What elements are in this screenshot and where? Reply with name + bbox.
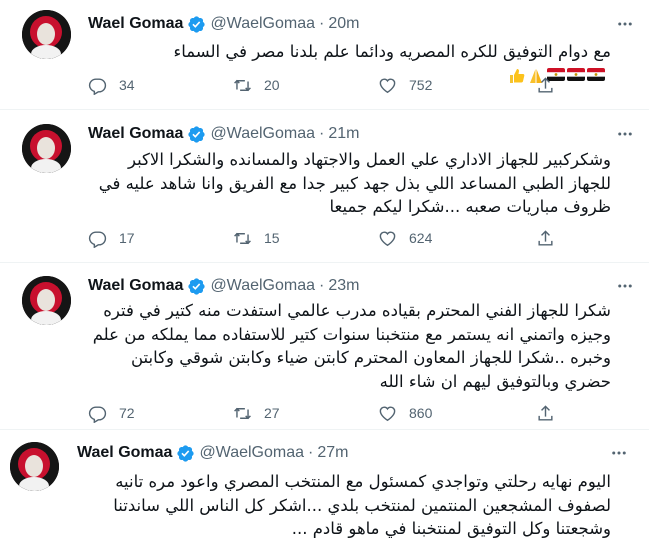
retweet-count: 20: [264, 77, 280, 93]
like-button[interactable]: 752: [378, 74, 432, 96]
tweet-text: شكرا للجهاز الفني المحترم بقياده مدرب عا…: [92, 301, 611, 391]
timestamp[interactable]: 20m: [328, 15, 359, 33]
tweet-text: وشكركبير للجهاز الاداري علي العمل والاجت…: [98, 150, 611, 216]
separator-dot: ·: [319, 15, 325, 32]
retweet-button[interactable]: 20: [233, 74, 280, 96]
timestamp[interactable]: 27m: [317, 444, 348, 462]
display-name[interactable]: Wael Gomaa: [88, 15, 183, 33]
separator-dot: ·: [319, 277, 325, 294]
retweet-icon: [234, 232, 251, 244]
avatar-image: [22, 276, 71, 325]
verified-badge-icon: [187, 15, 206, 34]
tweet-actions: 72 27 860: [88, 402, 558, 424]
user-handle[interactable]: @WaelGomaa: [199, 444, 304, 462]
reply-icon: [88, 405, 107, 423]
tweet-actions: 34 20 752: [88, 74, 558, 96]
verified-badge-icon: [187, 125, 206, 144]
retweet-button[interactable]: 15: [233, 227, 280, 249]
flag-egypt-icon: [587, 68, 605, 81]
tweet-text: اليوم نهايه رحلتي وتواجدي كمسئول مع المن…: [113, 472, 611, 538]
reply-icon: [88, 77, 107, 95]
verified-badge-icon: [176, 444, 195, 463]
avatar[interactable]: [22, 10, 71, 59]
tweet-header: Wael Gomaa @WaelGomaa · 21m: [88, 124, 359, 144]
verified-badge-icon: [187, 277, 206, 296]
retweet-button[interactable]: 27: [233, 402, 280, 424]
avatar-image: [22, 10, 71, 59]
like-count: 752: [409, 77, 433, 93]
tweet-feed: Wael Gomaa @WaelGomaa · 20m مع دوام التو…: [0, 0, 649, 544]
user-handle[interactable]: @WaelGomaa: [210, 15, 315, 33]
avatar-image: [22, 124, 71, 173]
like-button[interactable]: 860: [378, 402, 432, 424]
user-handle[interactable]: @WaelGomaa: [210, 277, 315, 295]
more-options-icon[interactable]: [615, 276, 635, 296]
reply-button[interactable]: 34: [88, 74, 135, 96]
reply-button[interactable]: 17: [88, 227, 135, 249]
separator-dot: ·: [308, 444, 314, 461]
reply-button[interactable]: 72: [88, 402, 135, 424]
retweet-count: 15: [264, 230, 280, 246]
display-name[interactable]: Wael Gomaa: [77, 444, 172, 462]
share-icon: [538, 404, 553, 421]
like-icon: [379, 405, 396, 421]
more-options-icon[interactable]: [615, 14, 635, 34]
reply-count: 72: [119, 405, 135, 421]
flag-egypt-icon: [567, 68, 585, 81]
like-button[interactable]: 624: [378, 227, 432, 249]
reply-icon: [88, 230, 107, 248]
retweet-icon: [234, 79, 251, 91]
share-button[interactable]: [536, 227, 555, 249]
tweet[interactable]: Wael Gomaa @WaelGomaa · 27m اليوم نهايه …: [0, 430, 649, 544]
more-options-icon[interactable]: [609, 443, 629, 463]
tweet-header: Wael Gomaa @WaelGomaa · 20m: [88, 14, 359, 34]
avatar[interactable]: [10, 442, 59, 491]
display-name[interactable]: Wael Gomaa: [88, 277, 183, 295]
like-count: 860: [409, 405, 433, 421]
share-icon: [538, 229, 553, 246]
tweet-actions: 17 15 624: [88, 227, 558, 249]
tweet[interactable]: Wael Gomaa @WaelGomaa · 21m وشكركبير للج…: [0, 110, 649, 263]
timestamp[interactable]: 21m: [328, 125, 359, 143]
retweet-icon: [234, 407, 251, 419]
display-name[interactable]: Wael Gomaa: [88, 125, 183, 143]
avatar[interactable]: [22, 276, 71, 325]
tweet-header: Wael Gomaa @WaelGomaa · 23m: [88, 276, 359, 296]
share-button[interactable]: [536, 402, 555, 424]
separator-dot: ·: [319, 125, 325, 142]
reply-count: 17: [119, 230, 135, 246]
retweet-count: 27: [264, 405, 280, 421]
tweet-header: Wael Gomaa @WaelGomaa · 27m: [77, 443, 348, 463]
tweet[interactable]: Wael Gomaa @WaelGomaa · 20m مع دوام التو…: [0, 0, 649, 110]
user-handle[interactable]: @WaelGomaa: [210, 125, 315, 143]
reply-count: 34: [119, 77, 135, 93]
like-count: 624: [409, 230, 433, 246]
timestamp[interactable]: 23m: [328, 277, 359, 295]
tweet[interactable]: Wael Gomaa @WaelGomaa · 23m شكرا للجهاز …: [0, 263, 649, 430]
share-button[interactable]: [536, 74, 555, 96]
avatar[interactable]: [22, 124, 71, 173]
more-options-icon[interactable]: [615, 124, 635, 144]
like-icon: [379, 230, 396, 246]
avatar-image: [10, 442, 59, 491]
like-icon: [379, 77, 396, 93]
tweet-text-content: مع دوام التوفيق للكره المصريه ودائما علم…: [173, 42, 611, 61]
share-icon: [538, 76, 553, 93]
